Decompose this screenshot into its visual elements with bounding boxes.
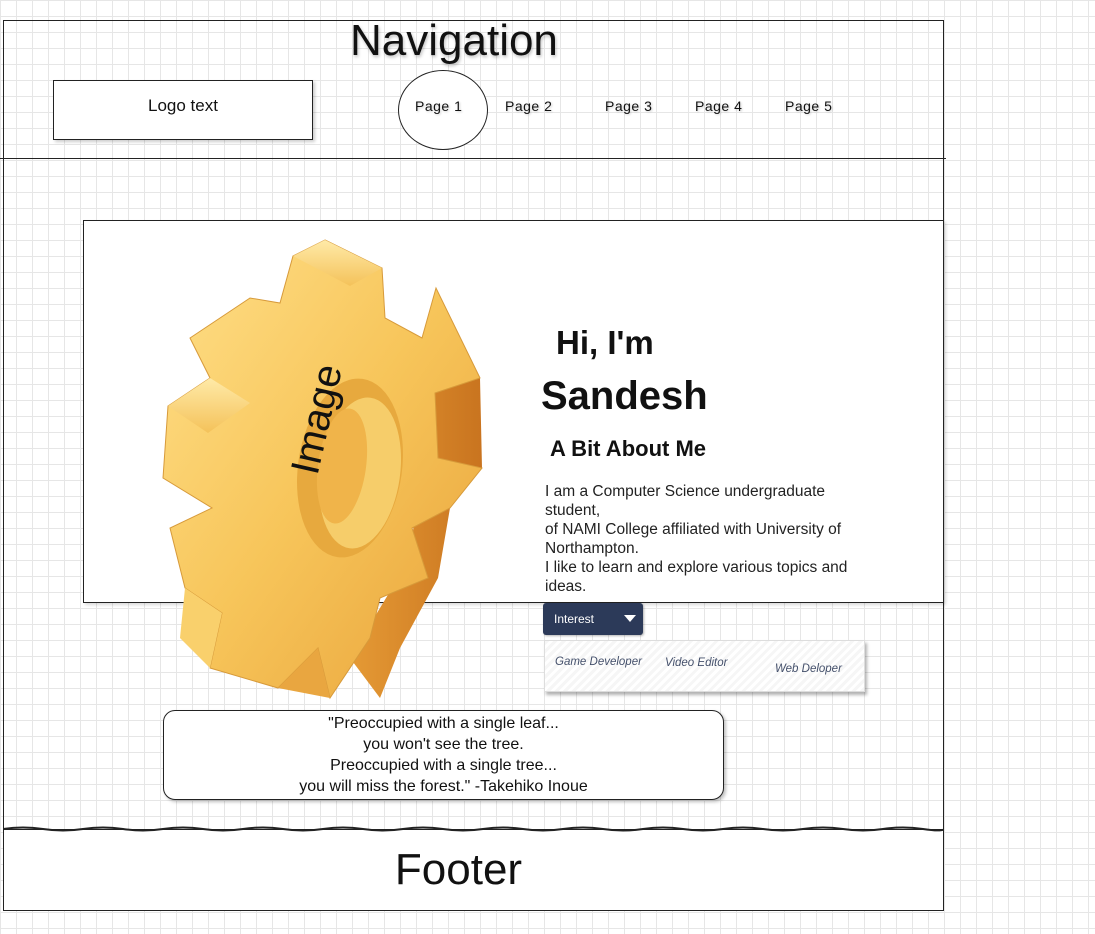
- interest-item-video-editor[interactable]: Video Editor: [665, 657, 727, 669]
- name-heading: Sandesh: [541, 374, 708, 418]
- quote-line: Preoccupied with a single tree...: [330, 757, 557, 774]
- logo-text: Logo text: [148, 96, 218, 115]
- about-line: I am a Computer Science undergraduate st…: [545, 483, 826, 519]
- caret-down-icon: [624, 615, 636, 622]
- nav-link-page-1[interactable]: Page 1: [415, 98, 462, 114]
- about-line: I like to learn and explore various topi…: [545, 559, 848, 595]
- quote-line: you will miss the forest." -Takehiko Ino…: [299, 778, 588, 795]
- navigation-title: Navigation: [350, 16, 558, 65]
- nav-link-page-2[interactable]: Page 2: [505, 98, 552, 114]
- quote-line: you won't see the tree.: [363, 736, 524, 753]
- interest-item-web-developer[interactable]: Web Deloper: [775, 663, 842, 675]
- navigation-divider: [0, 158, 946, 159]
- quote-box: "Preoccupied with a single leaf... you w…: [163, 710, 724, 800]
- footer-wavy-border: [3, 826, 944, 832]
- footer-title: Footer: [394, 845, 523, 894]
- about-text: I am a Computer Science undergraduate st…: [545, 482, 865, 596]
- greeting-heading: Hi, I'm: [556, 324, 654, 361]
- quote-line: "Preoccupied with a single leaf...: [328, 715, 559, 732]
- about-line: of NAMI College affiliated with Universi…: [545, 521, 842, 557]
- nav-link-page-5[interactable]: Page 5: [785, 98, 832, 114]
- about-heading: A Bit About Me: [550, 436, 707, 461]
- interest-item-game-developer[interactable]: Game Developer: [555, 656, 642, 668]
- nav-link-page-4[interactable]: Page 4: [695, 98, 742, 114]
- nav-link-page-3[interactable]: Page 3: [605, 98, 652, 114]
- interest-label: Interest: [554, 612, 595, 626]
- logo[interactable]: Logo text: [53, 80, 313, 140]
